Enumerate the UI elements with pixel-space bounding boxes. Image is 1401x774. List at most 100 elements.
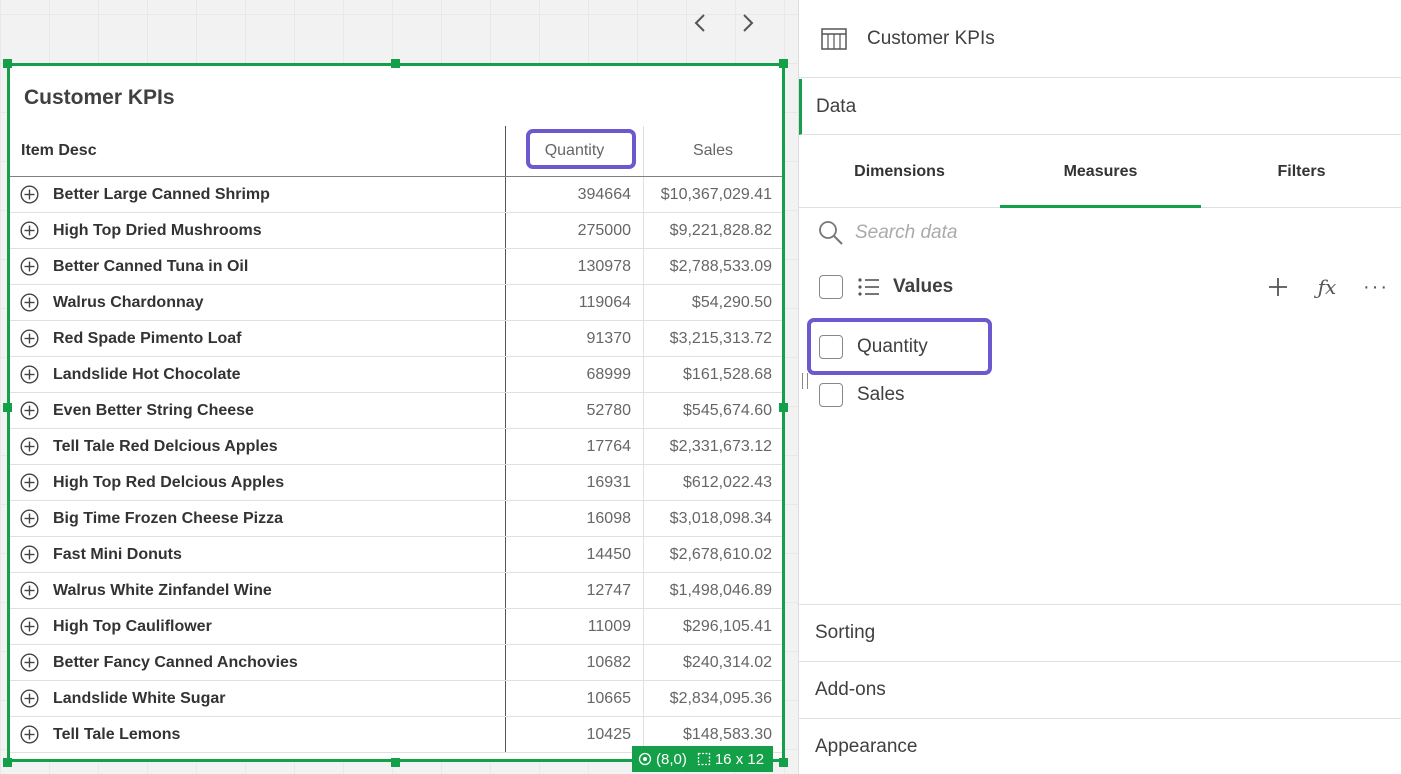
search-input[interactable] (855, 222, 1255, 244)
item-cell[interactable]: Tell Tale Lemons (20, 717, 180, 752)
resize-handle-left[interactable] (3, 403, 12, 412)
table-row[interactable]: Red Spade Pimento Loaf 91370 $3,215,313.72 (10, 321, 782, 357)
resize-handle-top[interactable] (391, 59, 400, 68)
expand-plus-icon[interactable] (20, 257, 39, 276)
resize-handle-bottom-left[interactable] (3, 758, 12, 767)
item-cell[interactable]: Landslide White Sugar (20, 681, 225, 716)
table-row[interactable]: Better Fancy Canned Anchovies 10682 $240,3… (10, 645, 782, 681)
expand-plus-icon[interactable] (20, 401, 39, 420)
column-header-item-desc[interactable]: Item Desc (21, 126, 97, 176)
section-appearance[interactable]: Appearance (799, 718, 1401, 774)
item-cell[interactable]: Red Spade Pimento Loaf (20, 321, 241, 356)
table-row[interactable]: Better Large Canned Shrimp 394664 $10,367,… (10, 177, 782, 213)
expand-plus-icon[interactable] (20, 725, 39, 744)
chevron-left-icon (694, 14, 705, 32)
table-object[interactable]: Customer KPIs Item Desc Quantity Sales B… (7, 63, 785, 762)
quantity-cell: 394664 (505, 177, 643, 212)
quantity-cell: 10682 (505, 645, 643, 680)
expand-plus-icon[interactable] (20, 473, 39, 492)
resize-handle-top-left[interactable] (3, 59, 12, 68)
measure-item-quantity[interactable]: Quantity (819, 331, 1119, 363)
tab-dimensions[interactable]: Dimensions (799, 136, 1000, 207)
expression-button[interactable]: ƒx (1314, 274, 1340, 300)
item-cell[interactable]: High Top Cauliflower (20, 609, 212, 644)
table-row[interactable]: Fast Mini Donuts 14450 $2,678,610.02 (10, 537, 782, 573)
expand-plus-icon[interactable] (20, 689, 39, 708)
quantity-cell: 275000 (505, 213, 643, 248)
item-cell[interactable]: Better Canned Tuna in Oil (20, 249, 248, 284)
item-desc-text: Better Fancy Canned Anchovies (53, 653, 298, 671)
table-body: Better Large Canned Shrimp 394664 $10,367,… (10, 177, 782, 753)
item-desc-text: Red Spade Pimento Loaf (53, 329, 242, 347)
tab-filters[interactable]: Filters (1201, 136, 1401, 207)
item-cell[interactable]: High Top Red Delcious Apples (20, 465, 284, 500)
table-row[interactable]: Even Better String Cheese 52780 $545,674.6… (10, 393, 782, 429)
quantity-cell: 16931 (505, 465, 643, 500)
sales-cell: $2,788,533.09 (643, 249, 782, 284)
table-row[interactable]: Landslide Hot Chocolate 68999 $161,528.68 (10, 357, 782, 393)
next-sheet-button[interactable] (733, 8, 763, 38)
item-cell[interactable]: Walrus White Zinfandel Wine (20, 573, 272, 608)
section-sorting[interactable]: Sorting (799, 604, 1401, 661)
tab-measures[interactable]: Measures (1000, 136, 1201, 208)
expand-plus-icon[interactable] (20, 293, 39, 312)
item-cell[interactable]: Better Fancy Canned Anchovies (20, 645, 298, 680)
item-cell[interactable]: Big Time Frozen Cheese Pizza (20, 501, 283, 536)
previous-sheet-button[interactable] (685, 8, 715, 38)
table-row[interactable]: Big Time Frozen Cheese Pizza 16098 $3,018,… (10, 501, 782, 537)
measure-item-sales[interactable]: Sales (819, 379, 1119, 411)
expand-plus-icon[interactable] (20, 653, 39, 672)
panel-resize-grip[interactable] (802, 373, 808, 389)
item-cell[interactable]: Walrus Chardonnay (20, 285, 204, 320)
table-row[interactable]: High Top Dried Mushrooms 275000 $9,221,828… (10, 213, 782, 249)
item-cell[interactable]: Tell Tale Red Delcious Apples (20, 429, 278, 464)
item-cell[interactable]: Even Better String Cheese (20, 393, 254, 428)
table-row[interactable]: Walrus Chardonnay 119064 $54,290.50 (10, 285, 782, 321)
sales-checkbox[interactable] (819, 383, 843, 407)
expand-plus-icon[interactable] (20, 365, 39, 384)
item-cell[interactable]: Better Large Canned Shrimp (20, 177, 270, 212)
item-cell[interactable]: Fast Mini Donuts (20, 537, 182, 572)
item-cell[interactable]: High Top Dried Mushrooms (20, 213, 262, 248)
resize-handle-top-right[interactable] (779, 59, 788, 68)
values-checkbox[interactable] (819, 275, 843, 299)
search-icon (819, 221, 843, 245)
expand-plus-icon[interactable] (20, 545, 39, 564)
fx-icon: ƒx (1317, 275, 1337, 299)
section-data[interactable]: Data (799, 79, 1401, 135)
measure-label-quantity: Quantity (857, 336, 928, 357)
table-row[interactable]: High Top Red Delcious Apples 16931 $612,02… (10, 465, 782, 501)
quantity-checkbox[interactable] (819, 335, 843, 359)
sales-cell: $545,674.60 (643, 393, 782, 428)
expand-plus-icon[interactable] (20, 617, 39, 636)
table-row[interactable]: High Top Cauliflower 11009 $296,105.41 (10, 609, 782, 645)
expand-plus-icon[interactable] (20, 221, 39, 240)
sales-cell: $3,215,313.72 (643, 321, 782, 356)
list-icon (858, 278, 879, 296)
table-row[interactable]: Tell Tale Red Delcious Apples 17764 $2,331… (10, 429, 782, 465)
quantity-cell: 17764 (505, 429, 643, 464)
item-desc-text: Better Canned Tuna in Oil (53, 257, 249, 275)
column-header-sales[interactable]: Sales (643, 126, 782, 176)
item-cell[interactable]: Landslide Hot Chocolate (20, 357, 241, 392)
expand-plus-icon[interactable] (20, 329, 39, 348)
expand-plus-icon[interactable] (20, 509, 39, 528)
panel-title: Customer KPIs (867, 27, 995, 49)
quantity-cell: 11009 (505, 609, 643, 644)
resize-handle-bottom-right[interactable] (779, 758, 788, 767)
item-desc-text: Tell Tale Red Delcious Apples (53, 437, 278, 455)
add-button[interactable] (1265, 274, 1291, 300)
expand-plus-icon[interactable] (20, 185, 39, 204)
search-bar (817, 217, 1377, 249)
expand-plus-icon[interactable] (20, 437, 39, 456)
section-add-ons[interactable]: Add-ons (799, 661, 1401, 718)
expand-plus-icon[interactable] (20, 581, 39, 600)
chevron-right-icon (743, 14, 754, 32)
quantity-cell: 68999 (505, 357, 643, 392)
resize-handle-right[interactable] (779, 403, 788, 412)
table-row[interactable]: Landslide White Sugar 10665 $2,834,095.36 (10, 681, 782, 717)
resize-handle-bottom[interactable] (391, 758, 400, 767)
more-options-button[interactable]: ··· (1363, 274, 1389, 300)
table-row[interactable]: Better Canned Tuna in Oil 130978 $2,788,53… (10, 249, 782, 285)
table-row[interactable]: Walrus White Zinfandel Wine 12747 $1,498,0… (10, 573, 782, 609)
